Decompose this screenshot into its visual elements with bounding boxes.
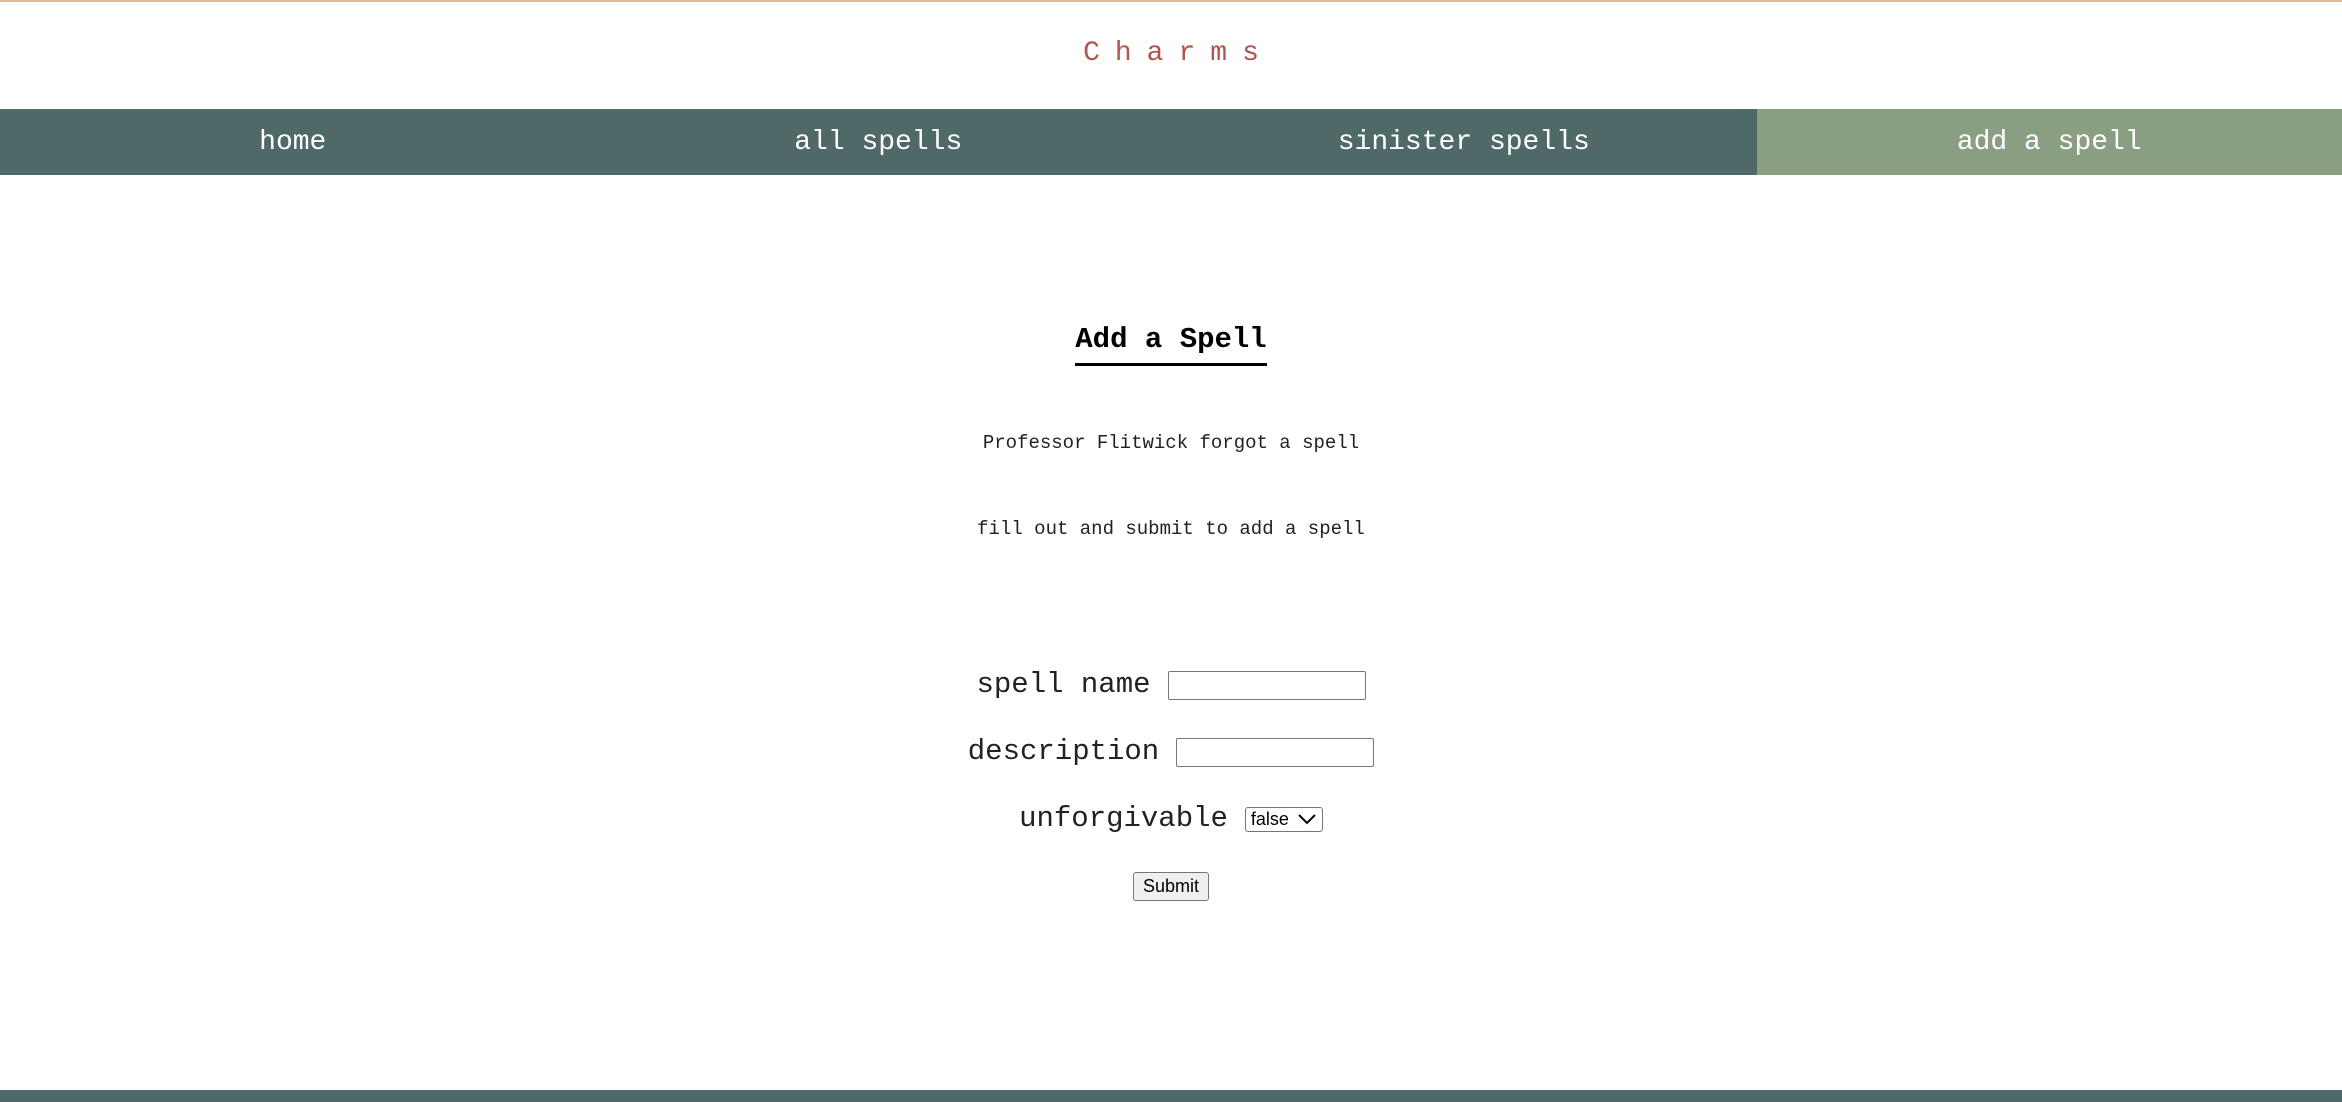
nav-item-add-a-spell[interactable]: add a spell	[1756, 109, 2342, 175]
description-input[interactable]	[1176, 737, 1375, 767]
unforgivable-select[interactable]: false	[1244, 806, 1323, 832]
description-label: description	[967, 735, 1160, 768]
nav-item-all-spells[interactable]: all spells	[586, 109, 1172, 175]
footer-bar	[0, 1090, 2342, 1102]
spell-name-label: spell name	[976, 668, 1151, 701]
site-title: Charms	[1083, 38, 1274, 69]
main-navigation: home all spells sinister spells add a sp…	[0, 109, 2342, 175]
top-border-line	[0, 0, 2342, 2]
form-row-spell-name: spell name	[0, 668, 2342, 702]
intro-text-1: Professor Flitwick forgot a spell	[982, 432, 1360, 454]
intro-text-2: fill out and submit to add a spell	[977, 518, 1365, 540]
main-content: Add a Spell Professor Flitwick forgot a …	[0, 175, 2342, 1090]
nav-item-home[interactable]: home	[0, 109, 586, 175]
spell-name-input[interactable]	[1167, 670, 1366, 700]
chevron-down-icon	[1298, 814, 1316, 825]
form-row-submit: Submit	[0, 872, 2342, 901]
form-row-description: description	[0, 735, 2342, 769]
unforgivable-selected-value: false	[1250, 808, 1289, 829]
unforgivable-label: unforgivable	[1019, 802, 1228, 835]
page-heading-wrapper: Add a Spell	[0, 320, 2342, 366]
nav-item-sinister-spells[interactable]: sinister spells	[1171, 109, 1757, 175]
form-row-unforgivable: unforgivable false	[0, 802, 2342, 836]
page-title: Add a Spell	[1075, 323, 1267, 366]
submit-button[interactable]: Submit	[1133, 872, 1209, 901]
